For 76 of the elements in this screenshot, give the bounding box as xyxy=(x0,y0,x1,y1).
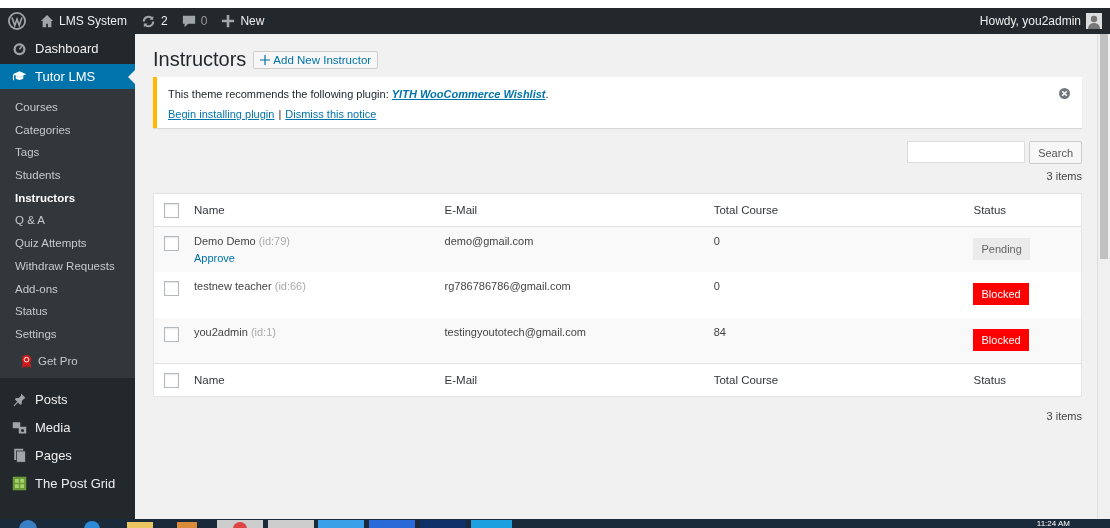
email-cell: rg786786786@gmail.com xyxy=(444,280,571,292)
instructor-name: you2admin (id:1) xyxy=(194,325,276,338)
link-separator: | xyxy=(278,108,282,120)
instructor-name: Demo Demo (id:79) xyxy=(194,235,290,247)
items-count: 3 items xyxy=(1046,409,1082,422)
instructor-name: testnew teacher (id:66) xyxy=(194,280,306,292)
sidebar-menu-item[interactable]: The Post Grid xyxy=(0,469,135,498)
approve-link[interactable]: Approve xyxy=(194,252,433,264)
comments-count[interactable]: 0 xyxy=(200,14,208,28)
items-count: 3 items xyxy=(1046,170,1082,182)
sidebar-menu-item[interactable]: Dashboard xyxy=(0,34,135,62)
grid-icon xyxy=(12,476,27,492)
avatar-icon xyxy=(1086,13,1102,29)
submenu-item[interactable]: Courses xyxy=(0,96,135,119)
submenu-item[interactable]: Students xyxy=(0,164,135,187)
taskbar-clock: 11:24 AM xyxy=(1036,519,1070,528)
award-ribbon-icon xyxy=(20,353,33,369)
media-icon xyxy=(12,420,27,436)
wordpress-logo-icon[interactable] xyxy=(8,12,26,30)
email-cell: testingyoutotech@gmail.com xyxy=(444,325,586,338)
add-new-instructor-button[interactable]: Add New Instructor xyxy=(253,50,379,69)
row-checkbox[interactable] xyxy=(164,281,179,296)
search-button[interactable]: Search xyxy=(1029,141,1082,164)
sidebar-menu-item[interactable]: Pages xyxy=(0,441,135,470)
greeting-link[interactable]: Howdy, you2admin xyxy=(979,14,1081,28)
column-header[interactable]: E-Mail xyxy=(444,204,478,216)
course-count: 84 xyxy=(713,325,726,338)
course-count: 0 xyxy=(713,280,720,292)
select-all-checkbox[interactable] xyxy=(164,372,179,388)
pages-icon xyxy=(12,448,27,464)
home-icon xyxy=(40,14,54,28)
submenu-item[interactable]: Settings xyxy=(0,322,135,346)
submenu-item[interactable]: Q & A xyxy=(0,209,135,233)
refresh-icon xyxy=(141,13,156,29)
search-field[interactable] xyxy=(907,141,1026,163)
comment-icon xyxy=(181,14,196,28)
column-header[interactable]: Name xyxy=(194,204,225,216)
submenu-item[interactable]: Withdraw Requests xyxy=(0,254,135,278)
sidebar-menu-item[interactable]: Posts xyxy=(0,385,135,414)
row-checkbox[interactable] xyxy=(164,236,179,251)
install-plugin-link[interactable]: Begin installing plugin xyxy=(168,108,275,120)
updates-count[interactable]: 2 xyxy=(161,14,168,28)
column-header[interactable]: Name xyxy=(194,373,225,386)
dashboard-gauge-icon xyxy=(12,40,27,56)
row-checkbox[interactable] xyxy=(164,326,179,342)
plus-icon xyxy=(221,14,236,28)
page-title: Instructors xyxy=(153,48,247,71)
submenu-item[interactable]: Add-ons xyxy=(0,277,135,301)
column-header[interactable]: Status xyxy=(973,373,1007,386)
column-header[interactable]: Total Course xyxy=(713,204,779,216)
plus-icon xyxy=(260,54,271,65)
notice-message: This theme recommends the following plugin: YITH WooCommerce Wishlist. xyxy=(168,88,550,100)
status-badge: Pending xyxy=(973,238,1030,260)
status-badge: Blocked xyxy=(973,283,1029,305)
dismiss-notice-link[interactable]: Dismiss this notice xyxy=(285,108,377,120)
submenu-item[interactable]: Quiz Attempts xyxy=(0,232,135,255)
site-name-link[interactable]: LMS System xyxy=(59,14,127,28)
column-header[interactable]: Total Course xyxy=(713,373,779,386)
sidebar-menu-item[interactable]: Media xyxy=(0,413,135,442)
scrollbar-thumb[interactable] xyxy=(1100,34,1108,259)
submenu-item[interactable]: Status xyxy=(0,300,135,323)
sidebar-menu-item[interactable]: Tutor LMS xyxy=(0,64,135,89)
plugin-link[interactable]: YITH WooCommerce Wishlist xyxy=(391,88,546,100)
submenu-item[interactable]: Categories xyxy=(0,118,135,142)
pushpin-icon xyxy=(12,392,27,408)
status-badge: Blocked xyxy=(973,328,1029,351)
submenu-item[interactable]: Tags xyxy=(0,141,135,165)
course-count: 0 xyxy=(713,235,720,247)
select-all-checkbox[interactable] xyxy=(164,203,179,218)
email-cell: demo@gmail.com xyxy=(444,235,534,247)
submenu-item[interactable]: Get Pro xyxy=(38,355,78,368)
close-icon[interactable] xyxy=(1059,88,1070,99)
column-header[interactable]: E-Mail xyxy=(444,373,478,386)
new-link[interactable]: New xyxy=(240,14,265,28)
column-header[interactable]: Status xyxy=(973,204,1007,216)
submenu-item[interactable]: Instructors xyxy=(0,186,135,210)
